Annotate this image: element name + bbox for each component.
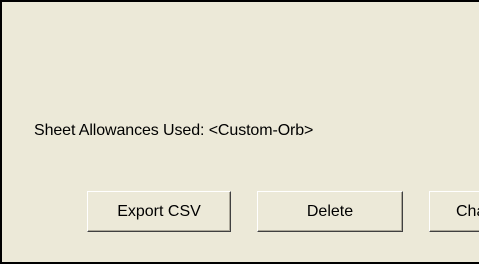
sheet-allowances-status-label: Sheet Allowances Used: <Custom-Orb> (34, 122, 314, 139)
dialog-window: Sheet Allowances Used: <Custom-Orb> Expo… (0, 0, 479, 264)
delete-button[interactable]: Delete (257, 191, 403, 232)
change-button[interactable]: Cha (429, 191, 479, 232)
export-csv-button[interactable]: Export CSV (87, 191, 231, 232)
